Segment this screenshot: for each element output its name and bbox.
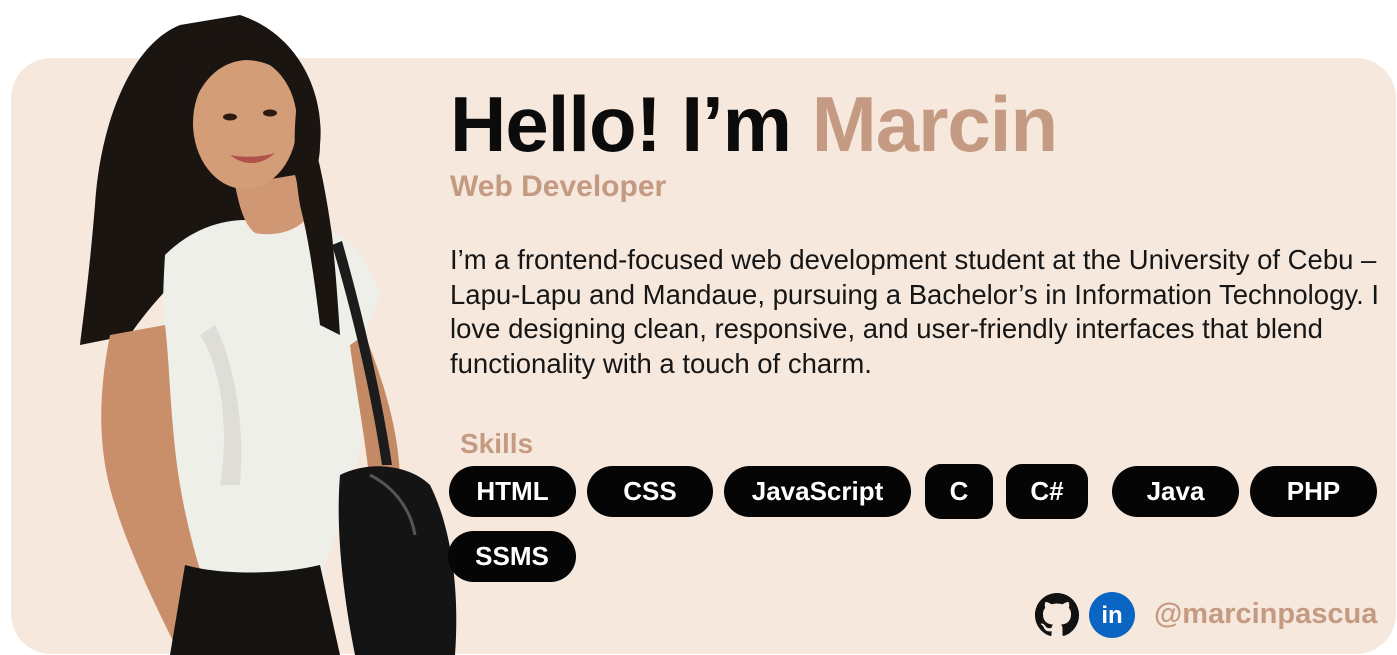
intro-section: Hello! I’m Marcin Web Developer I’m a fr… bbox=[450, 82, 1390, 379]
skill-pill: Java bbox=[1112, 466, 1239, 517]
github-icon bbox=[1034, 592, 1080, 636]
bio-paragraph: I’m a frontend-focused web development s… bbox=[450, 244, 1380, 379]
skill-pill: PHP bbox=[1250, 466, 1377, 517]
job-title: Web Developer bbox=[450, 170, 667, 203]
social-handle[interactable]: @marcinpascua bbox=[1154, 598, 1377, 631]
skill-pill: JavaScript bbox=[724, 466, 911, 517]
skill-pill: C# bbox=[1006, 464, 1088, 519]
profile-photo bbox=[80, 15, 457, 655]
skills-heading: Skills bbox=[460, 428, 534, 459]
svg-text:in: in bbox=[1101, 602, 1122, 629]
skill-pill: HTML bbox=[449, 466, 576, 517]
github-link[interactable] bbox=[1034, 592, 1082, 638]
linkedin-link[interactable]: in bbox=[1089, 592, 1137, 638]
name-text: Marcin bbox=[811, 80, 1058, 168]
linkedin-icon: in bbox=[1089, 592, 1135, 638]
page-title: Hello! I’m Marcin bbox=[450, 82, 1390, 166]
skill-pill: CSS bbox=[587, 466, 713, 517]
greeting-text: Hello! I’m bbox=[450, 80, 812, 168]
skill-pill: C bbox=[925, 464, 993, 519]
skill-pill: SSMS bbox=[448, 531, 576, 582]
